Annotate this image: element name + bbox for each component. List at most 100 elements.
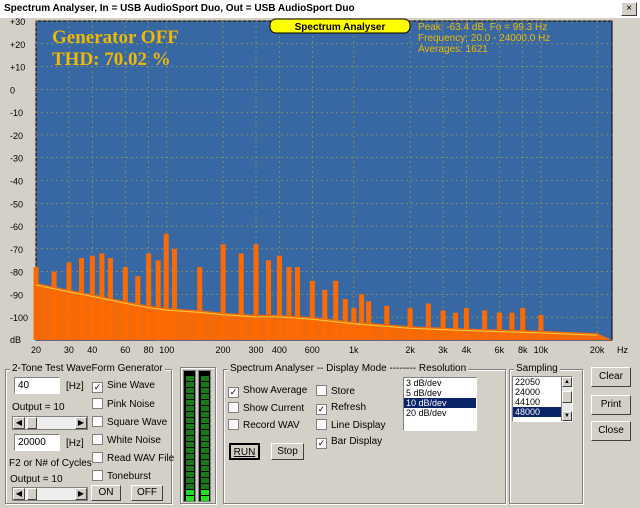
x-unit-label: Hz	[617, 345, 628, 355]
resolution-option[interactable]: 3 dB/dev	[404, 378, 476, 388]
x-tick-label: 20	[31, 345, 41, 355]
title-bar: Spectrum Analyser, In = USB AudioSport D…	[0, 0, 640, 18]
checkbox-label: Refresh	[331, 402, 367, 413]
generator-status: Generator OFF	[52, 27, 179, 48]
meter-segment	[186, 424, 194, 429]
generator-option-sine-wave[interactable]: ✓ Sine Wave	[92, 380, 155, 393]
x-tick-label: 10k	[534, 345, 549, 355]
spectrum-peak-bar	[286, 267, 292, 340]
checkbox[interactable]: ✓	[316, 438, 327, 449]
y-tick-label: -80	[10, 268, 23, 278]
freq2-input[interactable]: 20000	[14, 434, 60, 451]
checkbox-label: Bar Display	[331, 436, 383, 447]
display-option-store[interactable]: Store	[316, 385, 355, 397]
meter-segment	[186, 394, 194, 399]
x-tick-label: 200	[216, 345, 231, 355]
display-mode-legend: Spectrum Analyser -- Display Mode ------…	[228, 363, 469, 374]
generator-option-pink-noise[interactable]: Pink Noise	[92, 398, 155, 410]
x-tick-label: 400	[272, 345, 287, 355]
checkbox[interactable]	[228, 419, 239, 430]
generator-option-toneburst[interactable]: Toneburst	[92, 470, 151, 482]
checkbox[interactable]	[316, 419, 327, 430]
freq1-input[interactable]: 40	[14, 377, 60, 394]
spectrum-peak-bar	[163, 233, 169, 340]
checkbox-label: Store	[331, 386, 355, 397]
checkbox-label: Toneburst	[107, 471, 151, 482]
checkbox[interactable]	[316, 385, 327, 396]
run-button[interactable]: RUN	[229, 443, 260, 460]
checkbox[interactable]	[228, 402, 239, 413]
checkbox[interactable]	[92, 398, 103, 409]
display-option-show-average[interactable]: ✓ Show Average	[228, 385, 307, 398]
spectrum-peak-bar	[463, 308, 469, 340]
stop-button[interactable]: Stop	[271, 443, 304, 460]
checkbox[interactable]	[92, 434, 103, 445]
generator-off-button[interactable]: OFF	[131, 485, 163, 501]
checkbox-label: Pink Noise	[107, 399, 155, 410]
close-window-button[interactable]: ×	[621, 2, 637, 16]
checkbox[interactable]: ✓	[92, 382, 103, 393]
display-option-show-current[interactable]: Show Current	[228, 402, 304, 414]
x-tick-label: 100	[159, 345, 174, 355]
generator-option-read-wav-file[interactable]: Read WAV File	[92, 452, 174, 464]
meter-segment	[186, 430, 194, 435]
meter-segment	[186, 412, 194, 417]
generator-option-white-noise[interactable]: White Noise	[92, 434, 161, 446]
spectrum-peak-bar	[295, 267, 300, 340]
checkbox[interactable]	[92, 452, 103, 463]
spectrum-peak-bar	[146, 253, 152, 340]
checkbox[interactable]: ✓	[316, 404, 327, 415]
x-tick-label: 600	[305, 345, 320, 355]
x-tick-label: 2k	[405, 345, 415, 355]
close-button[interactable]: Close	[591, 421, 631, 441]
spectrum-peak-bar	[384, 305, 390, 340]
meter-segment	[201, 442, 209, 447]
meter-segment	[201, 466, 209, 471]
checkbox[interactable]	[92, 470, 103, 481]
clear-button[interactable]: Clear	[591, 367, 631, 387]
x-tick-label: 40	[87, 345, 97, 355]
checkbox-label: Sine Wave	[107, 380, 155, 391]
spectrum-peak-bar	[322, 289, 328, 340]
meter-segment	[186, 490, 194, 495]
y-tick-label: -20	[10, 131, 23, 141]
output2-slider[interactable]: ◀ ▶	[12, 487, 88, 501]
output1-label: Output = 10	[12, 402, 65, 413]
generator-on-button[interactable]: ON	[91, 485, 121, 501]
display-option-refresh[interactable]: ✓ Refresh	[316, 402, 366, 415]
spectrum-peak-bar	[407, 308, 413, 340]
y-tick-label: +30	[10, 18, 25, 27]
title-badge-text: Spectrum Analyser	[295, 22, 386, 33]
spectrum-peak-bar	[33, 267, 39, 340]
print-button[interactable]: Print	[591, 395, 631, 415]
spectrum-peak-bar	[89, 255, 95, 340]
spectrum-peak-bar	[496, 312, 502, 340]
display-option-line-display[interactable]: Line Display	[316, 419, 385, 431]
meter-segment	[186, 448, 194, 453]
y-tick-label: -90	[10, 290, 23, 300]
generator-legend: 2-Tone Test WaveForm Generator	[10, 363, 165, 374]
resolution-option[interactable]: 20 dB/dev	[404, 408, 476, 418]
sampling-scrollbar[interactable]: ▲ ▼	[561, 377, 572, 421]
freq1-unit: [Hz]	[66, 381, 84, 392]
checkbox-label: Read WAV File	[107, 453, 175, 464]
display-option-bar-display[interactable]: ✓ Bar Display	[316, 436, 382, 449]
right-level-meter	[198, 370, 211, 502]
checkbox-label: White Noise	[107, 435, 161, 446]
averages-readout: Averages: 1621	[418, 44, 488, 55]
spectrum-peak-bar	[342, 299, 348, 340]
meter-segment	[186, 376, 194, 381]
sampling-legend: Sampling	[514, 363, 560, 374]
spectrum-peak-bar	[425, 303, 431, 340]
spectrum-peak-bar	[238, 253, 244, 340]
spectrum-peak-bar	[220, 244, 226, 340]
checkbox[interactable]	[92, 416, 103, 427]
resolution-option[interactable]: 5 dB/dev	[404, 388, 476, 398]
generator-option-square-wave[interactable]: Square Wave	[92, 416, 167, 428]
resolution-option[interactable]: 10 dB/dev	[404, 398, 476, 408]
checkbox[interactable]: ✓	[228, 387, 239, 398]
output1-slider[interactable]: ◀ ▶	[12, 416, 88, 430]
display-option-record-wav[interactable]: Record WAV	[228, 419, 300, 431]
spectrum-peak-bar	[482, 310, 488, 340]
resolution-list[interactable]: 3 dB/dev 5 dB/dev 10 dB/dev 20 dB/dev	[403, 377, 477, 431]
